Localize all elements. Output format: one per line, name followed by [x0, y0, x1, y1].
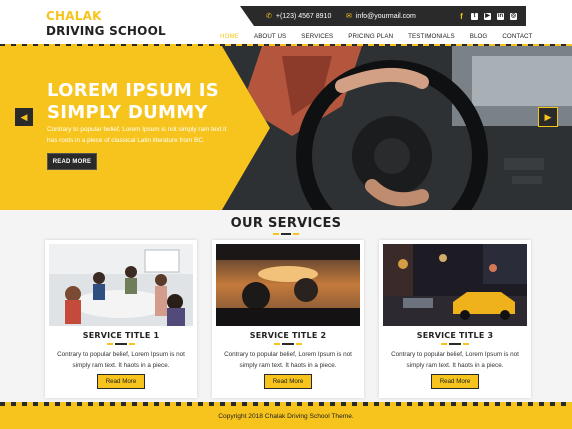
service-card-2: SERVICE TITLE 2 Contrary to popular beli… [212, 240, 364, 398]
social-links: f t ▶ in ◎ [458, 6, 517, 26]
facebook-icon[interactable]: f [458, 12, 465, 20]
hero-photo-steering-wheel [222, 46, 572, 210]
hero-read-more-button[interactable]: READ MORE [47, 153, 97, 170]
service-2-title: SERVICE TITLE 2 [249, 331, 327, 340]
hero-title-line-1: LOREM IPSUM IS [47, 80, 219, 101]
email-contact[interactable]: ✉ info@yourmail.com [346, 6, 416, 26]
service-card-1: SERVICE TITLE 1 Contrary to popular beli… [45, 240, 197, 398]
nav-item-blog[interactable]: BLOG [470, 33, 488, 40]
hero-title: LOREM IPSUM IS SIMPLY DUMMY [47, 80, 219, 124]
site-header: CHALAK DRIVING SCHOOL ✆ +(123) 4567 8910… [0, 0, 572, 46]
envelope-icon: ✉ [346, 13, 352, 20]
service-1-title: SERVICE TITLE 1 [82, 331, 160, 340]
service-2-photo-sunset-drive [216, 244, 360, 326]
service-1-photo-classroom [49, 244, 193, 326]
service-1-divider [107, 343, 135, 345]
logo-line-2: DRIVING SCHOOL [46, 24, 166, 38]
services-heading: OUR SERVICES [230, 216, 342, 231]
phone-contact[interactable]: ✆ +(123) 4567 8910 [266, 6, 331, 26]
nav-item-contact[interactable]: CONTACT [502, 33, 532, 40]
email-address: info@yourmail.com [355, 12, 416, 20]
site-footer: Copyright 2018 Chalak Driving School The… [0, 406, 572, 429]
instagram-icon[interactable]: ◎ [510, 12, 517, 20]
service-3-title: SERVICE TITLE 3 [416, 331, 494, 340]
contact-topbar: ✆ +(123) 4567 8910 ✉ info@yourmail.com f… [240, 6, 526, 26]
page: CHALAK DRIVING SCHOOL ✆ +(123) 4567 8910… [0, 0, 572, 429]
services-heading-divider [273, 233, 299, 236]
twitter-icon[interactable]: t [471, 12, 478, 20]
linkedin-icon[interactable]: in [497, 12, 504, 20]
footer-copyright: Copyright 2018 Chalak Driving School The… [218, 413, 354, 420]
nav-item-about-us[interactable]: ABOUT US [254, 33, 286, 40]
service-3-read-more-button[interactable]: Read More [431, 374, 479, 389]
slider-prev-arrow-icon[interactable]: ◀ [14, 107, 34, 127]
service-card-3: SERVICE TITLE 3 Contrary to popular beli… [379, 240, 531, 398]
slider-next-arrow-icon[interactable]: ▶ [538, 107, 558, 127]
service-2-description: Contrary to popular belief, Lorem Ipsum … [224, 351, 352, 369]
service-3-photo-city-taxi [383, 244, 527, 326]
service-1-description: Contrary to popular belief, Lorem Ipsum … [57, 351, 185, 369]
phone-number: +(123) 4567 8910 [275, 12, 332, 20]
hero-description: Contrary to popular belief, Lorem Ipsum … [47, 126, 227, 144]
service-3-description: Contrary to popular belief, Lorem Ipsum … [391, 351, 519, 369]
site-logo[interactable]: CHALAK DRIVING SCHOOL [46, 10, 166, 37]
service-3-divider [441, 343, 469, 345]
phone-icon: ✆ [266, 13, 272, 20]
nav-item-testimonials[interactable]: TESTIMONIALS [408, 33, 455, 40]
nav-item-home[interactable]: HOME [220, 33, 239, 40]
youtube-icon[interactable]: ▶ [484, 12, 491, 20]
logo-line-1: CHALAK [46, 9, 102, 23]
service-1-read-more-button[interactable]: Read More [97, 374, 145, 389]
service-2-read-more-button[interactable]: Read More [264, 374, 312, 389]
hero-slider: LOREM IPSUM IS SIMPLY DUMMY Contrary to … [0, 46, 572, 210]
nav-item-pricing-plan[interactable]: PRICING PLAN [348, 33, 393, 40]
nav-item-services[interactable]: SERVICES [301, 33, 333, 40]
main-nav: HOME ABOUT US SERVICES PRICING PLAN TEST… [220, 29, 548, 43]
hero-title-line-2: SIMPLY DUMMY [47, 102, 208, 123]
service-2-divider [274, 343, 302, 345]
